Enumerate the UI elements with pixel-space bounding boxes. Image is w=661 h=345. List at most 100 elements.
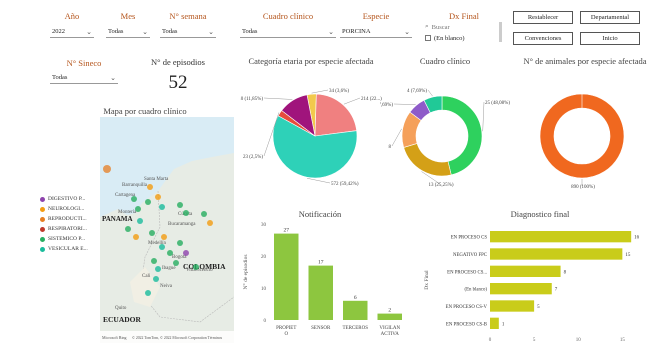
bar[interactable] — [490, 283, 552, 295]
legend-item[interactable]: REPRODUCTI... — [40, 214, 100, 224]
pie-slice[interactable] — [314, 93, 357, 137]
map-marker[interactable] — [167, 250, 173, 256]
slice-label: 4 (7,69%) — [380, 103, 393, 108]
pie-slice[interactable] — [539, 93, 625, 179]
especie-dropdown[interactable]: PORCINA ⌄ — [340, 26, 412, 38]
chevron-down-icon: ⌄ — [404, 27, 410, 36]
legend-item[interactable]: NEUROLOGI... — [40, 204, 100, 214]
map-marker[interactable] — [161, 234, 167, 240]
map-marker[interactable] — [193, 264, 199, 270]
category-label: NEGATIVO FPC — [453, 253, 487, 258]
slice-leader-line — [343, 97, 361, 105]
y-tick-label: 20 — [261, 255, 267, 260]
map-marker[interactable] — [145, 290, 151, 296]
map-marker[interactable] — [145, 199, 151, 205]
bar[interactable] — [274, 233, 299, 320]
dx-option[interactable]: (En blanco) — [425, 33, 503, 43]
bar-chart-notificacion[interactable]: 0 10 20 30 N° de episodios 27 PROPIETO 17 SENSOR… — [238, 220, 414, 344]
map-marker[interactable] — [135, 206, 141, 212]
inicio-button[interactable]: Inicio — [580, 32, 640, 45]
legend-item[interactable]: VESICULAR E... — [40, 244, 100, 254]
y-axis-label: Dx Final — [424, 270, 430, 290]
departamental-button[interactable]: Departamental — [580, 11, 640, 24]
pie-slice[interactable] — [403, 143, 452, 177]
chevron-down-icon: ⌄ — [142, 27, 148, 36]
x-tick-label: 15 — [620, 338, 626, 343]
map-marker[interactable] — [173, 260, 179, 266]
category-label: EN PROCESO CS-V — [446, 305, 488, 310]
map-marker[interactable] — [153, 276, 159, 282]
bar[interactable] — [343, 300, 368, 320]
sineco-label: N° Sineco — [66, 58, 102, 68]
map-label: Neiva — [160, 284, 173, 289]
map-marker[interactable] — [155, 266, 161, 272]
map-marker[interactable] — [137, 218, 143, 224]
bar[interactable] — [490, 231, 632, 243]
map-marker[interactable] — [159, 244, 165, 250]
map-view[interactable]: Santa Marta Barranquilla Cartagena Monte… — [100, 117, 234, 343]
dx-search-placeholder: Buscar — [431, 23, 450, 31]
donut-chart-animales[interactable]: 890 (100%) — [520, 82, 650, 194]
search-icon: ⌕ — [425, 23, 429, 30]
map-marker[interactable] — [183, 210, 189, 216]
map-marker[interactable] — [131, 196, 137, 202]
ano-dropdown[interactable]: 2022 ⌄ — [50, 26, 94, 38]
category-label: EN PROCESO CS-B — [446, 322, 487, 327]
dx-search[interactable]: ⌕ Buscar — [425, 22, 503, 32]
map-marker[interactable] — [207, 220, 213, 226]
map-marker[interactable] — [155, 194, 161, 200]
map-marker[interactable] — [201, 211, 207, 217]
x-tick-label: ACTIVA — [381, 332, 400, 337]
bar[interactable] — [490, 265, 561, 277]
map-marker[interactable] — [147, 184, 153, 190]
kpi-value: 52 — [168, 72, 188, 93]
legend-label: DIGESTIVO P... — [48, 196, 86, 202]
map-marker[interactable] — [133, 234, 139, 240]
convenciones-button[interactable]: Convenciones — [513, 32, 573, 45]
bar[interactable] — [377, 313, 403, 320]
semana-value: Todas — [162, 28, 178, 35]
semana-dropdown[interactable]: Todas ⌄ — [160, 26, 216, 38]
x-tick-label: O — [284, 332, 288, 337]
legend-item[interactable]: SISTEMICO P... — [40, 234, 100, 244]
bar[interactable] — [490, 300, 535, 312]
map-marker[interactable] — [149, 230, 155, 236]
map-label: Santa Marta — [144, 177, 169, 182]
scrollbar[interactable] — [499, 22, 502, 42]
map-canvas: Santa Marta Barranquilla Cartagena Monte… — [100, 117, 234, 343]
bar[interactable] — [490, 248, 623, 260]
sineco-value: Todas — [52, 74, 68, 81]
bar-chart-dx[interactable]: Dx FinalEN PROCESO CS 16NEGATIVO FPC 15EN … — [420, 220, 660, 344]
slice-label: 4 (7,69%) — [407, 89, 427, 94]
map-marker[interactable] — [177, 202, 183, 208]
cuadro-dropdown[interactable]: Todas ⌄ — [240, 26, 336, 38]
cuadro-value: Todas — [242, 28, 258, 35]
checkbox-icon[interactable] — [425, 35, 431, 41]
ano-value: 2022 — [52, 28, 65, 35]
map-title: Mapa por cuadro clínico — [103, 106, 187, 116]
mes-dropdown[interactable]: Todas ⌄ — [106, 26, 150, 38]
y-tick-label: 10 — [261, 287, 267, 292]
legend-item[interactable]: DIGESTIVO P... — [40, 194, 100, 204]
y-axis-label: N° de episodios — [242, 255, 249, 290]
map-marker[interactable] — [177, 240, 183, 246]
map-marker[interactable] — [125, 226, 131, 232]
bar[interactable] — [490, 317, 499, 329]
bar[interactable] — [308, 265, 334, 320]
bar-value-label: 2 — [388, 308, 391, 314]
restablecer-button[interactable]: Restablecer — [513, 11, 573, 24]
x-tick-label: PROPIET — [276, 326, 296, 331]
map-marker[interactable] — [151, 258, 157, 264]
chevron-down-icon: ⌄ — [110, 73, 116, 82]
legend-item[interactable]: RESPIRATORI... — [40, 224, 100, 234]
legend-dot — [40, 246, 45, 252]
especie-label: Especie — [362, 11, 390, 21]
map-marker[interactable] — [159, 204, 165, 210]
pie-chart-edad[interactable]: 34 (3,6%) 214 (22...) 572 (59,42%) 23 (2,5%… — [240, 82, 390, 194]
donut-chart-cuadro[interactable]: 25 (48,08%) 13 (25,25%) 8 4 (7,69%) 4 (7,69%… — [380, 82, 510, 194]
map-marker[interactable] — [103, 165, 111, 173]
bar-value-label: 6 — [354, 295, 357, 301]
map-marker[interactable] — [183, 250, 189, 256]
sineco-dropdown[interactable]: Todas ⌄ — [50, 72, 118, 84]
x-tick-label: SENSOR — [311, 326, 331, 331]
